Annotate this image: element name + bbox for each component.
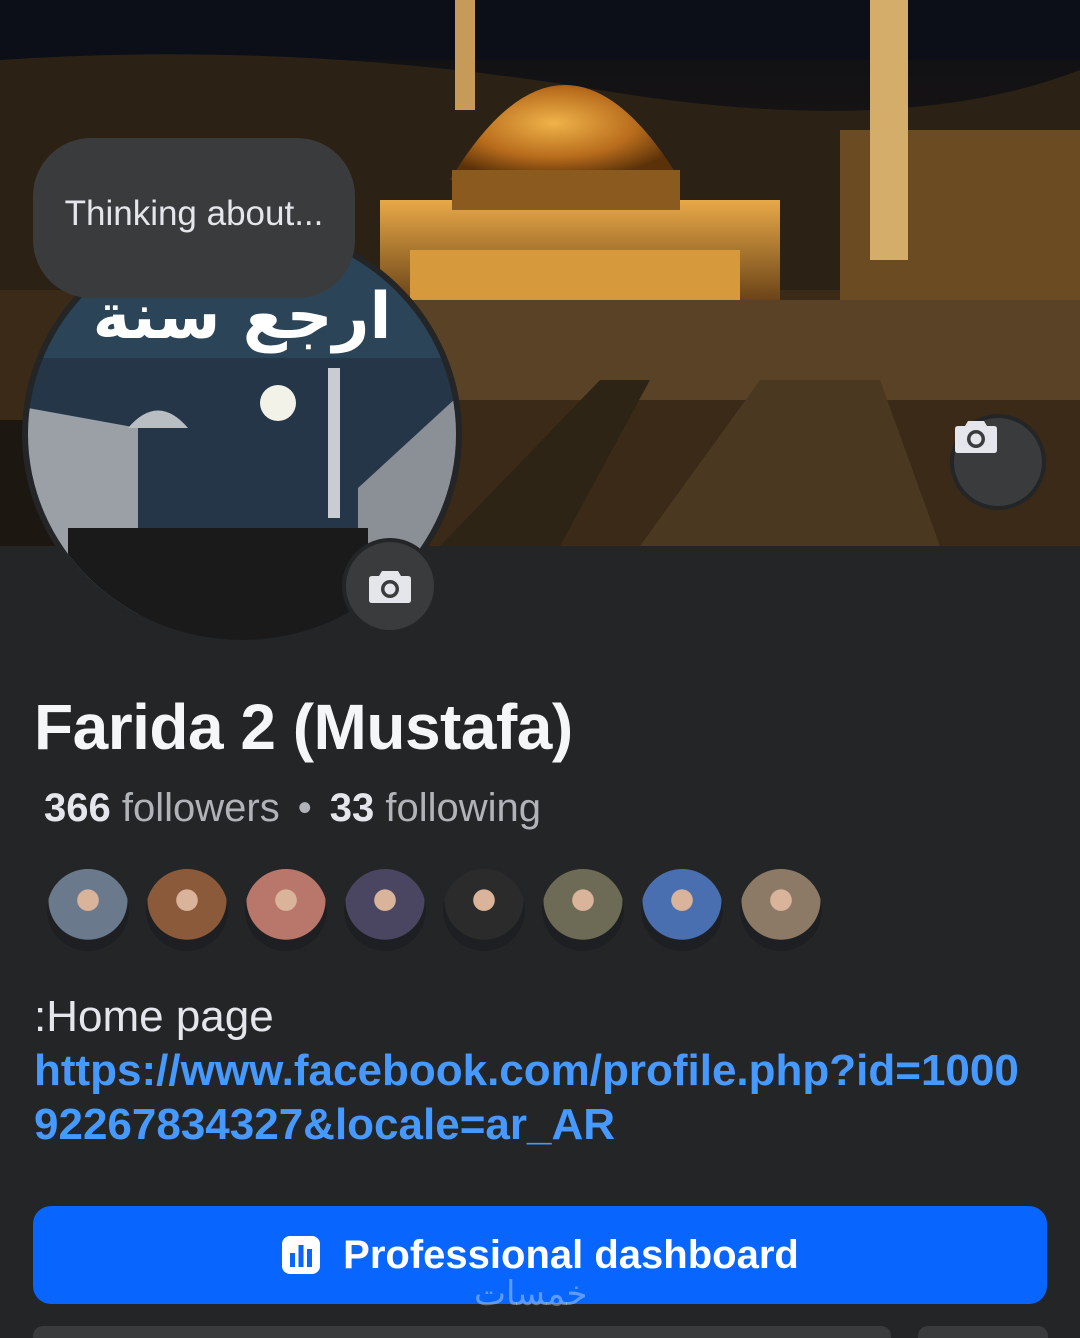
camera-icon <box>955 421 997 453</box>
following-count: 33 <box>329 786 375 830</box>
friend-avatar[interactable] <box>242 866 330 954</box>
followers-link[interactable]: 366 followers <box>44 786 280 830</box>
friend-avatar[interactable] <box>638 866 726 954</box>
homepage-link[interactable]: https://www.facebook.com/profile.php?id=… <box>34 1044 1024 1152</box>
avatar-camera-button[interactable] <box>342 538 438 634</box>
followers-label: followers <box>121 786 280 830</box>
note-bubble[interactable]: Thinking about... <box>33 138 355 298</box>
watermark: خمسات <box>474 1275 588 1313</box>
friend-avatar[interactable] <box>440 866 528 954</box>
cover-camera-button[interactable] <box>950 414 1046 510</box>
friend-avatar[interactable] <box>737 866 825 954</box>
following-label: following <box>385 786 542 830</box>
friend-avatar[interactable] <box>341 866 429 954</box>
profile-name: Farida 2 (Mustafa) <box>34 691 573 763</box>
profile-stats: 366 followers • 33 following <box>44 786 541 831</box>
homepage-label: :Home page <box>34 992 274 1041</box>
friend-avatar[interactable] <box>143 866 231 954</box>
friend-avatar[interactable] <box>44 866 132 954</box>
note-placeholder: Thinking about... <box>64 194 324 233</box>
dashboard-label: Professional dashboard <box>343 1232 799 1277</box>
friend-avatar[interactable] <box>539 866 627 954</box>
separator-dot: • <box>297 786 312 830</box>
dashboard-icon <box>281 1235 321 1275</box>
following-link[interactable]: 33 following <box>330 786 541 830</box>
more-button-partial[interactable] <box>918 1326 1048 1338</box>
edit-profile-button-partial[interactable] <box>33 1326 891 1338</box>
followers-count: 366 <box>44 786 111 830</box>
camera-icon <box>369 571 411 603</box>
